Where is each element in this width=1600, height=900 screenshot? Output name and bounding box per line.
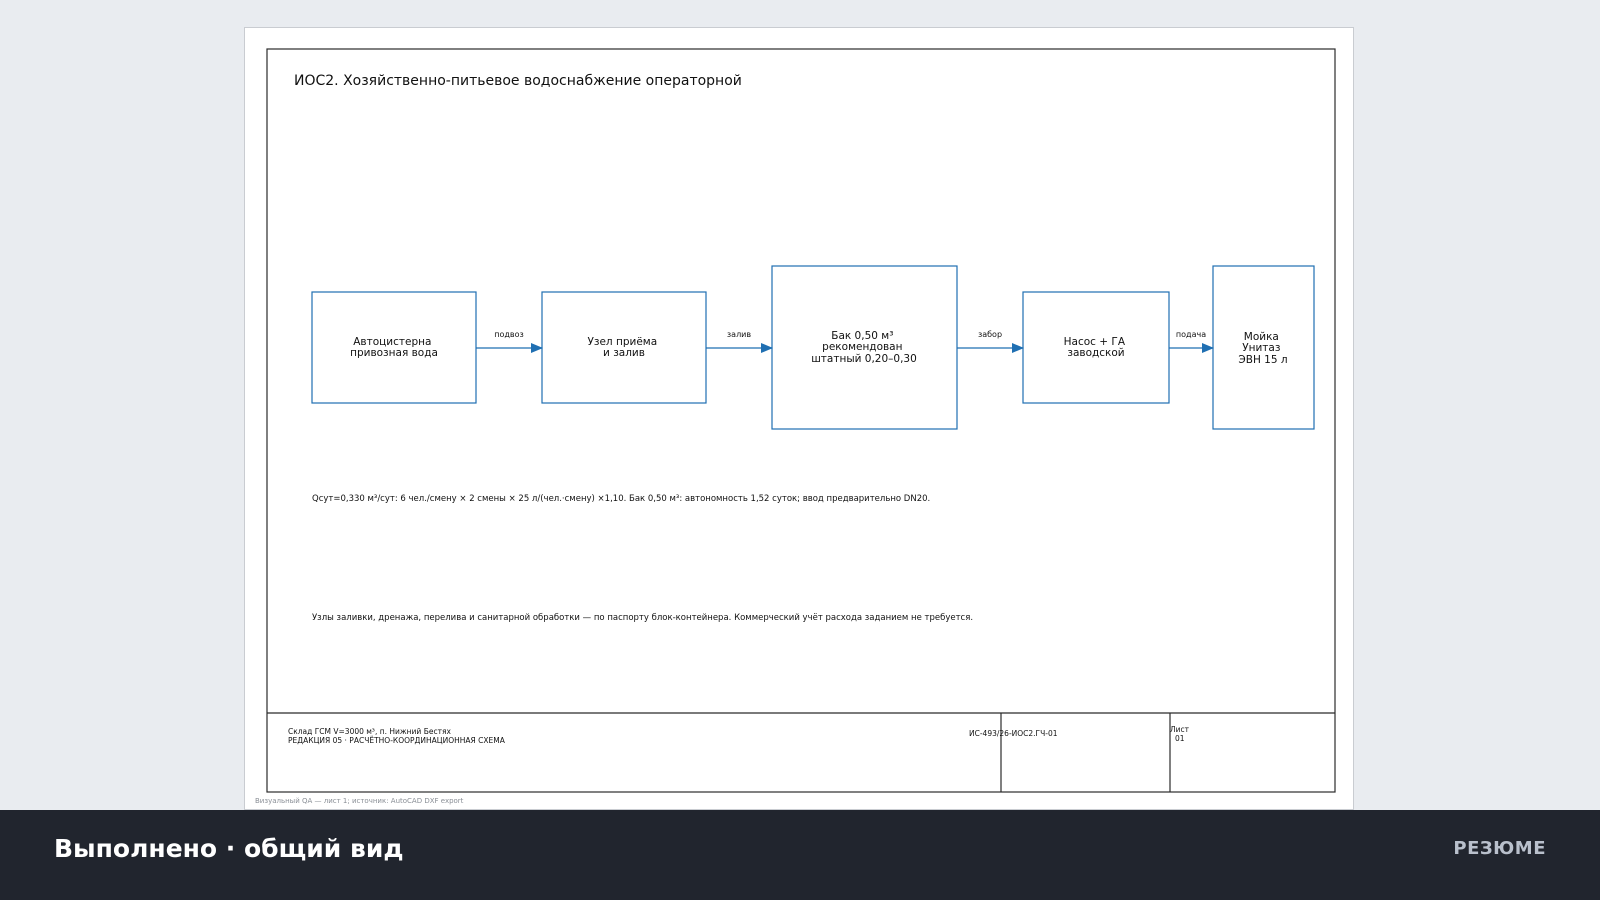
- drawing-title: ИОС2. Хозяйственно-питьевое водоснабжени…: [294, 73, 742, 89]
- node-consumers: Мойка Унитаз ЭВН 15 л: [1212, 265, 1315, 430]
- stamp-sheet-label: Лист: [1170, 725, 1190, 734]
- node-truck: Автоцистерна привозная вода: [311, 291, 477, 404]
- node-consumers-line-2: Унитаз: [1242, 342, 1280, 354]
- node-tank-line-3: штатный 0,20–0,30: [811, 353, 917, 365]
- svg-text:Мойка Унитаз: Мойка Унитаз ЭВН 15 л: [1238, 331, 1287, 366]
- note-calculation: Qсут=0,330 м³/сут: 6 чел./смену × 2 смен…: [312, 494, 930, 504]
- link-intake-tank: залив: [706, 330, 773, 353]
- link-truck-intake: подвоз: [476, 330, 543, 353]
- link-tank-pump: забор: [957, 330, 1024, 353]
- node-intake: Узел приёма и залив: [541, 291, 707, 404]
- svg-text:Насос + ГА заводской: Насос + ГА заводской: [1064, 336, 1129, 359]
- stamp-document-code: ИС-493/26-ИОС2.ГЧ-01: [969, 729, 1058, 738]
- status-title: Выполнено · общий вид: [54, 834, 404, 863]
- svg-text:Автоцистерна привозн: Автоцистерна привозная вода: [350, 336, 438, 359]
- node-consumers-line-3: ЭВН 15 л: [1238, 354, 1287, 366]
- title-block: Склад ГСМ V=3000 м³, п. Нижний Бестях РЕ…: [267, 712, 1335, 792]
- stamp-project-line-2: РЕДАКЦИЯ 05 · РАСЧЁТНО-КООРДИНАЦИОННАЯ С…: [288, 736, 506, 745]
- stamp-sheet-number: 01: [1175, 734, 1185, 743]
- link-label-podvoz: подвоз: [494, 330, 524, 339]
- status-bar: Выполнено · общий вид РЕЗЮМЕ: [0, 810, 1600, 900]
- drawing-sheet: ИОС2. Хозяйственно-питьевое водоснабжени…: [244, 27, 1354, 810]
- link-label-podacha: подача: [1176, 330, 1206, 339]
- drawing-canvas: ИОС2. Хозяйственно-питьевое водоснабжени…: [266, 48, 1336, 793]
- node-pump-line-2: заводской: [1067, 347, 1124, 359]
- node-tank-line-2: рекомендован: [822, 341, 902, 353]
- node-intake-line-2: и залив: [603, 347, 645, 359]
- source-note: Визуальный QA — лист 1; источник: AutoCA…: [255, 797, 464, 805]
- node-pump: Насос + ГА заводской: [1022, 291, 1170, 404]
- link-label-zabor: забор: [978, 330, 1002, 339]
- link-pump-consumers: подача: [1169, 330, 1214, 353]
- summary-button[interactable]: РЕЗЮМЕ: [1453, 838, 1546, 859]
- stamp-project-line-1: Склад ГСМ V=3000 м³, п. Нижний Бестях: [288, 727, 451, 736]
- node-truck-line-2: привозная вода: [350, 347, 438, 359]
- note-scope: Узлы заливки, дренажа, перелива и санита…: [312, 613, 973, 623]
- viewer-area: ИОС2. Хозяйственно-питьевое водоснабжени…: [0, 0, 1600, 810]
- node-tank: Бак 0,50 м³ рекомендован штатный 0,20–0,…: [771, 265, 958, 430]
- link-label-zaliv: залив: [727, 330, 751, 339]
